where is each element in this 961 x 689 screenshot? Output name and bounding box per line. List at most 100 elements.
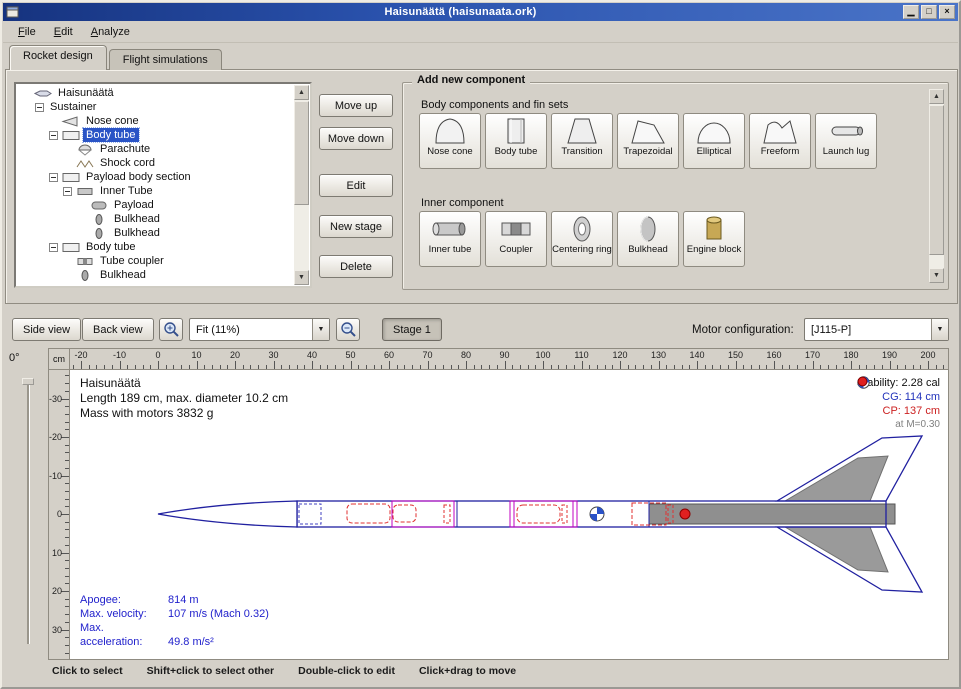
tree-item-label: Tube coupler [97, 254, 167, 268]
tree-item-sustainer[interactable]: Sustainer [17, 100, 292, 114]
tree-item-bulkhead[interactable]: Bulkhead [17, 226, 292, 240]
add-body-tube-button[interactable]: Body tube [485, 113, 547, 169]
bulkhead-icon [626, 214, 670, 244]
app-icon [6, 5, 20, 19]
expander-icon[interactable] [49, 173, 58, 182]
performance-value: 814 m [168, 594, 199, 606]
scroll-up-button[interactable]: ▲ [294, 85, 309, 100]
zoom-out-button[interactable] [336, 318, 360, 341]
move-down-button[interactable]: Move down [319, 127, 393, 150]
add-freeform-button[interactable]: Freeform [749, 113, 811, 169]
expander-icon[interactable] [49, 131, 58, 140]
rotation-slider[interactable] [22, 376, 34, 648]
palette-item-label: Engine block [687, 245, 741, 255]
tree-item-bulkhead[interactable]: Bulkhead [17, 268, 292, 282]
menu-edit[interactable]: Edit [45, 23, 82, 41]
performance-value: 49.8 m/s² [168, 636, 214, 648]
tree-item-body-tube[interactable]: Body tube [17, 240, 292, 254]
add-launch-lug-button[interactable]: Launch lug [815, 113, 877, 169]
add-centering-ring-button[interactable]: Centering ring [551, 211, 613, 267]
palette-item-label: Nose cone [427, 147, 472, 157]
group-label-inner-component: Inner component [421, 197, 504, 209]
expander-icon[interactable] [63, 187, 72, 196]
menu-analyze[interactable]: Analyze [82, 23, 139, 41]
zoom-out-icon [340, 321, 357, 338]
motor-configuration-label: Motor configuration: [692, 324, 794, 336]
back-view-button[interactable]: Back view [82, 318, 154, 341]
palette-scrollbar[interactable]: ▲ ▼ [929, 89, 944, 283]
close-button[interactable]: × [939, 5, 955, 19]
tree-item-parachute[interactable]: Parachute [17, 142, 292, 156]
performance-label: Max. velocity: [80, 607, 168, 621]
status-hint: Shift+click to select other [147, 665, 275, 677]
tube-icon [61, 129, 83, 142]
scroll-down-button[interactable]: ▼ [294, 270, 309, 285]
tree-scrollbar[interactable]: ▲ ▼ [294, 85, 309, 285]
bulk-icon [89, 213, 111, 226]
tree-item-tube-coupler[interactable]: Tube coupler [17, 254, 292, 268]
trapezoidal-icon [626, 116, 670, 146]
stage-1-button[interactable]: Stage 1 [382, 318, 442, 341]
minimize-button[interactable]: ▁ [903, 5, 919, 19]
tree-item-nose-cone[interactable]: Nose cone [17, 114, 292, 128]
slider-track[interactable] [27, 380, 29, 644]
bodytube-icon [494, 116, 538, 146]
scroll-down-button[interactable]: ▼ [929, 268, 944, 283]
h-ruler-label: 200 [920, 350, 935, 360]
tree-item-haisunäätä[interactable]: Haisunäätä [17, 86, 292, 100]
side-view-button[interactable]: Side view [12, 318, 81, 341]
edit-button[interactable]: Edit [319, 174, 393, 197]
move-up-button[interactable]: Move up [319, 94, 393, 117]
innertube-icon [428, 214, 472, 244]
zoom-select[interactable]: Fit (11%) ▼ [189, 318, 330, 341]
add-transition-button[interactable]: Transition [551, 113, 613, 169]
add-nose-cone-button[interactable]: Nose cone [419, 113, 481, 169]
slider-handle[interactable] [22, 378, 34, 385]
add-elliptical-button[interactable]: Elliptical [683, 113, 745, 169]
add-inner-tube-button[interactable]: Inner tube [419, 211, 481, 267]
launchlug-icon [824, 116, 868, 146]
status-bar: Click to selectShift+click to select oth… [52, 665, 516, 677]
component-tree[interactable]: HaisunäätäSustainerNose coneBody tubePar… [14, 82, 312, 288]
scrollbar-thumb[interactable] [929, 105, 944, 255]
h-ruler-label: 50 [345, 350, 355, 360]
tree-item-label: Bulkhead [97, 268, 149, 282]
tree-item-body-tube[interactable]: Body tube [17, 128, 292, 142]
zoom-in-button[interactable] [159, 318, 183, 341]
scrollbar-thumb[interactable] [294, 101, 309, 205]
motor-configuration-select[interactable]: [J115-P] ▼ [804, 318, 949, 341]
scroll-up-button[interactable]: ▲ [929, 89, 944, 104]
h-ruler-label: 100 [535, 350, 550, 360]
add-trapezoidal-button[interactable]: Trapezoidal [617, 113, 679, 169]
tree-item-payload[interactable]: Payload [17, 198, 292, 212]
expander-icon[interactable] [49, 243, 58, 252]
expander-icon[interactable] [35, 103, 44, 112]
menu-file[interactable]: File [9, 23, 45, 41]
add-engine-block-button[interactable]: Engine block [683, 211, 745, 267]
tree-item-label: Inner Tube [97, 184, 156, 198]
new-stage-button[interactable]: New stage [319, 215, 393, 238]
delete-button[interactable]: Delete [319, 255, 393, 278]
add-coupler-button[interactable]: Coupler [485, 211, 547, 267]
maximize-button[interactable]: □ [921, 5, 937, 19]
rotation-angle-label: 0° [9, 352, 20, 364]
cg-value: CG: 114 cm [882, 390, 940, 404]
elliptical-icon [692, 116, 736, 146]
palette-row: Inner tubeCouplerCentering ringBulkhead E… [419, 211, 745, 267]
v-ruler-label: 0 [57, 509, 62, 519]
title-bar[interactable]: Haisunäätä (haisunaata.ork) ▁ □ × [3, 3, 958, 21]
tree-item-shock-cord[interactable]: Shock cord [17, 156, 292, 170]
tree-item-label: Bulkhead [111, 212, 163, 226]
tree-item-inner-tube[interactable]: Inner Tube [17, 184, 292, 198]
palette-item-label: Launch lug [823, 147, 869, 157]
tree-item-bulkhead[interactable]: Bulkhead [17, 212, 292, 226]
palette-item-label: Trapezoidal [623, 147, 672, 157]
tree-item-payload-body-section[interactable]: Payload body section [17, 170, 292, 184]
h-ruler-label: 60 [384, 350, 394, 360]
add-bulkhead-button[interactable]: Bulkhead [617, 211, 679, 267]
tab-flight-simulations[interactable]: Flight simulations [109, 49, 222, 70]
rocket-canvas[interactable]: Haisunäätä Length 189 cm, max. diameter … [70, 370, 948, 659]
h-ruler-label: 150 [728, 350, 743, 360]
h-ruler-label: 80 [461, 350, 471, 360]
tab-rocket-design[interactable]: Rocket design [9, 45, 107, 70]
